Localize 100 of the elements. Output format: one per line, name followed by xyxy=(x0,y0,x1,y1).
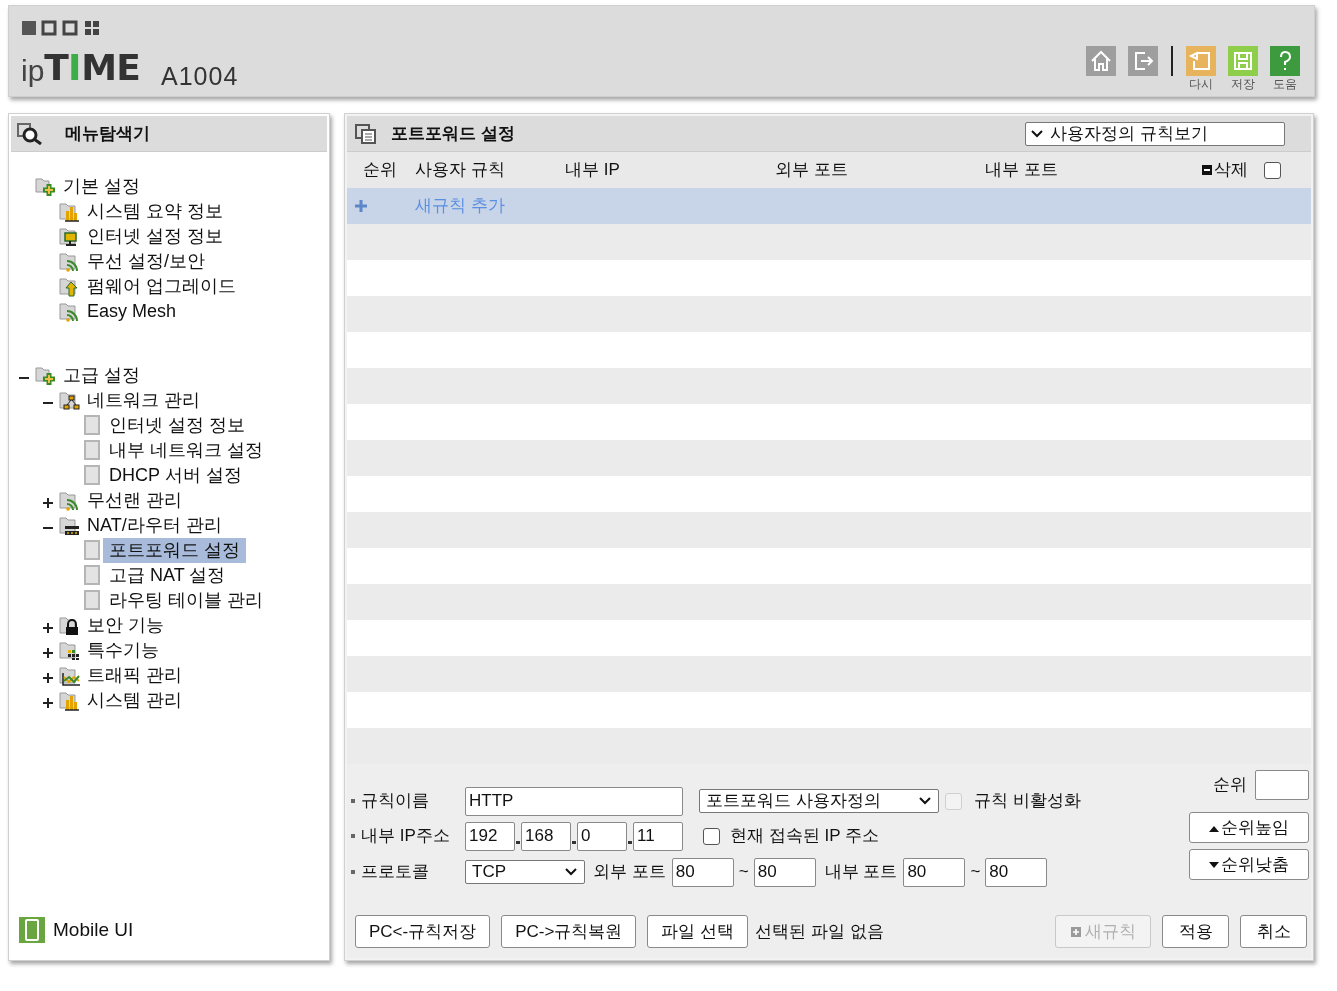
checkbox-label: 현재 접속된 IP 주소 xyxy=(730,825,879,848)
network-icon xyxy=(59,390,81,411)
phone-icon xyxy=(19,916,45,943)
move-up-button[interactable]: 순위높임 xyxy=(1189,812,1309,843)
column-header: 내부 포트 xyxy=(985,160,1058,180)
checkbox-label: 규칙 비활성화 xyxy=(974,790,1081,813)
tree-item[interactable]: 고급 NAT 설정 xyxy=(103,563,232,588)
tree-item[interactable]: 시스템 관리 xyxy=(81,688,188,713)
ip-octet-field[interactable]: 168 xyxy=(521,821,571,851)
tree-toggle[interactable] xyxy=(43,697,53,708)
grid-icon xyxy=(59,640,81,661)
ip-octet-field[interactable]: 0 xyxy=(577,821,627,851)
tree-item[interactable]: 내부 네트워크 설정 xyxy=(103,438,269,463)
logout-icon[interactable] xyxy=(1128,46,1158,76)
save-icon xyxy=(1228,46,1258,76)
plus-icon xyxy=(355,200,367,212)
action-button[interactable]: 파일 선택 xyxy=(647,915,749,948)
tree-item[interactable]: Easy Mesh xyxy=(81,299,183,324)
mobile-ui-link[interactable]: Mobile UI xyxy=(19,915,134,944)
port-field[interactable]: 80 xyxy=(753,857,816,887)
panel-title: 포트포워드 설정 xyxy=(391,122,515,145)
traffic-icon xyxy=(59,665,81,686)
tree-toggle[interactable] xyxy=(43,672,53,683)
dropdown[interactable]: TCP xyxy=(465,860,585,884)
chevron-down-icon xyxy=(918,796,932,806)
current-ip-checkbox[interactable] xyxy=(703,827,720,845)
help-icon xyxy=(1270,46,1300,76)
range-separator: ~ xyxy=(970,861,981,884)
tree-item[interactable]: 시스템 요약 정보 xyxy=(81,199,229,224)
field-label: 내부 포트 xyxy=(824,861,898,884)
tree-item[interactable]: 고급 설정 xyxy=(57,363,146,388)
port-field[interactable]: 80 xyxy=(671,857,734,887)
page-icon xyxy=(83,565,101,586)
column-header: 내부 IP xyxy=(565,160,620,180)
logo: ipTIME xyxy=(21,50,140,86)
tree-item[interactable]: NAT/라우터 관리 xyxy=(81,513,228,538)
tree-toggle[interactable] xyxy=(43,497,53,508)
action-button[interactable]: 적용 xyxy=(1162,915,1229,948)
field-label: 순위 xyxy=(1213,774,1247,797)
tree-item[interactable]: 펌웨어 업그레이드 xyxy=(81,274,242,299)
triangle-down-icon xyxy=(1209,860,1219,869)
tree-item[interactable]: 특수기능 xyxy=(81,638,165,663)
port-field[interactable]: 80 xyxy=(985,857,1048,887)
rule-name-field[interactable]: HTTP xyxy=(465,786,683,816)
ip-octet-field[interactable]: 11 xyxy=(633,821,683,851)
pages-icon xyxy=(355,123,377,144)
page-icon xyxy=(83,465,101,486)
range-separator: ~ xyxy=(738,861,749,884)
lock-icon xyxy=(59,615,81,636)
router-icon xyxy=(59,515,81,536)
tree-item[interactable]: 네트워크 관리 xyxy=(81,388,206,413)
select-all-checkbox[interactable] xyxy=(1264,161,1281,179)
tree-item[interactable]: 트래픽 관리 xyxy=(81,663,188,688)
field-label: 규칙이름 xyxy=(361,790,430,813)
tree-item[interactable]: DHCP 서버 설정 xyxy=(103,463,248,488)
page-icon xyxy=(83,440,101,461)
toolbar-button[interactable]: 저장 xyxy=(1228,46,1258,91)
wifi-icon xyxy=(59,301,81,322)
chart-icon xyxy=(59,201,81,222)
tree-toggle[interactable] xyxy=(43,647,53,658)
toolbar-button[interactable]: 다시 xyxy=(1186,46,1216,91)
tree-item[interactable]: 무선랜 관리 xyxy=(81,488,188,513)
page-icon xyxy=(83,590,101,611)
move-down-button[interactable]: 순위낮춤 xyxy=(1189,849,1309,880)
folder-plus-icon xyxy=(35,176,57,197)
port-field[interactable]: 80 xyxy=(903,857,966,887)
chart-icon xyxy=(59,690,81,711)
action-button[interactable]: PC->규칙복원 xyxy=(501,915,637,948)
ip-octet-field[interactable]: 192 xyxy=(465,821,515,851)
field-label: 내부 IP주소 xyxy=(361,825,451,848)
page-icon xyxy=(83,540,101,561)
chevron-down-icon xyxy=(1030,128,1044,139)
model-name: A1004 xyxy=(161,61,239,92)
column-header: 외부 포트 xyxy=(775,160,848,180)
folder-plus-icon xyxy=(35,365,57,386)
tree-item[interactable]: 기본 설정 xyxy=(57,174,146,199)
tree-item[interactable]: 포트포워드 설정 xyxy=(103,538,246,563)
field-label: 외부 포트 xyxy=(593,861,666,884)
plus-icon xyxy=(1070,926,1081,937)
tree-item[interactable]: 무선 설정/보안 xyxy=(81,249,211,274)
file-status: 선택된 파일 없음 xyxy=(755,920,884,943)
view-select[interactable]: 사용자정의 규칙보기 xyxy=(1025,121,1285,146)
dropdown[interactable]: 포트포워드 사용자정의 xyxy=(699,789,939,813)
home-icon[interactable] xyxy=(1086,46,1116,76)
tree-item[interactable]: 라우팅 테이블 관리 xyxy=(103,588,269,613)
search-icon xyxy=(17,122,43,145)
tree-item[interactable]: 보안 기능 xyxy=(81,613,170,638)
tree-toggle[interactable] xyxy=(43,622,53,633)
action-button[interactable]: 취소 xyxy=(1240,915,1307,948)
menu-title: 메뉴탐색기 xyxy=(65,122,150,145)
chevron-down-icon xyxy=(564,867,578,877)
reload-icon xyxy=(1186,46,1216,76)
action-button[interactable]: PC<-규칙저장 xyxy=(355,915,491,948)
wifi-icon xyxy=(59,251,81,272)
tree-item[interactable]: 인터넷 설정 정보 xyxy=(81,224,229,249)
toolbar-button[interactable]: 도움 xyxy=(1270,46,1300,91)
order-field[interactable] xyxy=(1255,770,1309,800)
tree-item[interactable]: 인터넷 설정 정보 xyxy=(103,413,251,438)
column-header: 삭제 xyxy=(1214,159,1248,182)
page-icon xyxy=(83,415,101,436)
